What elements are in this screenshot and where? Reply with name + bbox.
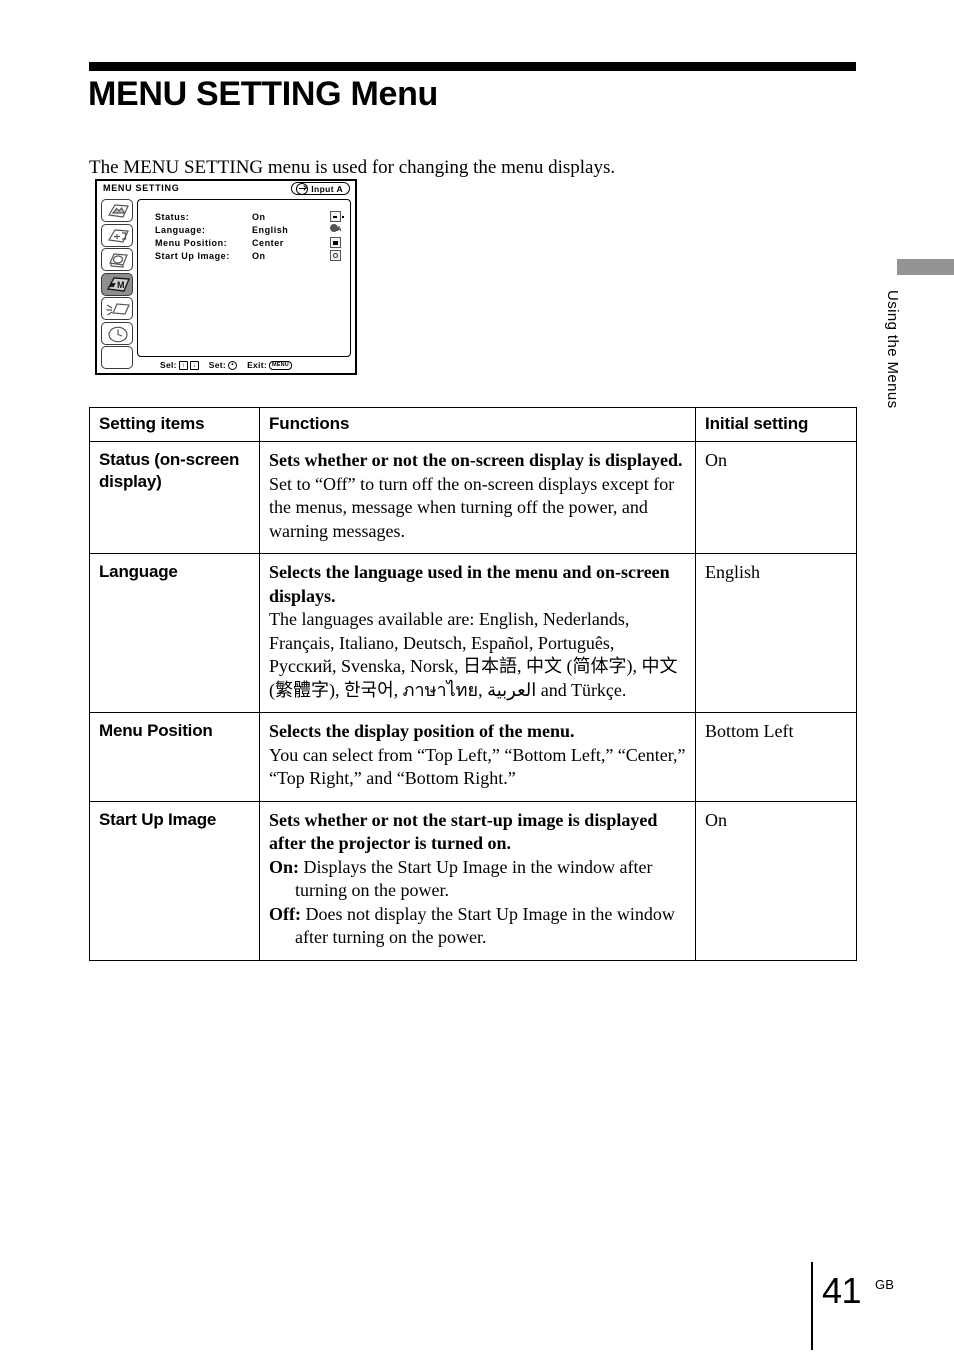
osd-select-hint: Sel: ↑ ↓: [160, 360, 199, 370]
osd-row-value: On: [252, 211, 266, 222]
arrow-down-key-icon: ↓: [189, 360, 199, 370]
status-indicator-icon: [330, 211, 344, 222]
svg-text:M: M: [117, 280, 125, 290]
settings-table: Setting items Functions Initial setting …: [89, 407, 857, 961]
osd-exit-hint: Exit: MENU: [247, 360, 292, 370]
osd-exit-label: Exit:: [247, 360, 267, 370]
osd-row-value: English: [252, 224, 289, 235]
function-body: You can select from “Top Left,” “Bottom …: [269, 744, 686, 789]
setup-menu-icon[interactable]: [101, 248, 133, 271]
section-tab-marker: [897, 259, 954, 275]
input-setting-menu-icon[interactable]: [101, 223, 133, 247]
osd-row-status[interactable]: Status: On: [155, 210, 344, 223]
osd-set-label: Set:: [208, 360, 227, 370]
setting-item-name: Language: [89, 553, 260, 713]
option-term: Off:: [269, 903, 301, 924]
footer-rule: [811, 1262, 813, 1350]
setting-item-function: Selects the language used in the menu an…: [259, 553, 696, 713]
osd-settings-panel: Status: On Language: English Menu Positi…: [137, 199, 351, 357]
option-text: Displays the Start Up Image in the windo…: [295, 856, 653, 901]
setting-item-function: Selects the display position of the menu…: [259, 712, 696, 802]
osd-row-value: Center: [252, 237, 284, 248]
function-lead: Selects the display position of the menu…: [269, 721, 575, 741]
function-option-on: On: Displays the Start Up Image in the w…: [269, 856, 686, 903]
osd-row-label: Status:: [155, 211, 190, 222]
setting-item-initial: Bottom Left: [695, 712, 857, 802]
osd-set-hint: Set: •: [208, 360, 238, 370]
osd-select-label: Sel:: [160, 360, 177, 370]
menu-key-icon: MENU: [268, 360, 292, 370]
intro-paragraph: The MENU SETTING menu is used for changi…: [89, 157, 616, 178]
setting-item-function: Sets whether or not the start-up image i…: [259, 800, 696, 961]
page-title: MENU SETTING Menu: [88, 75, 439, 113]
language-globe-icon: [330, 224, 342, 235]
column-header-initial-setting: Initial setting: [695, 407, 857, 442]
osd-settings-list: Status: On Language: English Menu Positi…: [155, 210, 344, 262]
setting-item-name: Status (on-screen display): [89, 441, 260, 554]
osd-title: MENU SETTING: [103, 183, 180, 193]
menu-setting-menu-icon[interactable]: M: [101, 272, 133, 296]
osd-row-menu-position[interactable]: Menu Position: Center: [155, 236, 344, 249]
osd-screenshot-figure: MENU SETTING Input A M Status: On Langua…: [95, 179, 357, 375]
function-body: Set to “Off” to turn off the on-screen d…: [269, 473, 675, 541]
start-up-image-icon: [330, 250, 341, 261]
page-number-suffix: GB: [875, 1277, 895, 1292]
osd-row-value: On: [252, 250, 266, 261]
option-text: Does not display the Start Up Image in t…: [295, 903, 675, 948]
osd-row-label: Language:: [155, 224, 206, 235]
function-lead: Sets whether or not the on-screen displa…: [269, 450, 683, 470]
setting-item-initial: On: [695, 800, 857, 961]
setting-item-name: Menu Position: [89, 712, 260, 802]
picture-menu-icon[interactable]: [101, 199, 133, 222]
setting-item-function: Sets whether or not the on-screen displa…: [259, 441, 696, 554]
osd-row-language[interactable]: Language: English: [155, 223, 344, 236]
table-row: Menu Position Selects the display positi…: [89, 712, 857, 802]
enter-key-icon: •: [228, 360, 238, 370]
osd-input-label: Input A: [311, 183, 343, 194]
option-term: On:: [269, 856, 300, 877]
setting-item-initial: English: [695, 553, 857, 713]
section-tab-label: Using the Menus: [884, 290, 901, 409]
column-header-setting-items: Setting items: [89, 407, 260, 442]
setting-item-initial: On: [695, 441, 857, 554]
title-rule: [89, 62, 856, 71]
function-lead: Sets whether or not the start-up image i…: [269, 809, 658, 854]
information-menu-icon[interactable]: [101, 321, 133, 345]
input-select-icon: [296, 182, 309, 195]
function-lead: Selects the language used in the menu an…: [269, 562, 670, 606]
function-option-off: Off: Does not display the Start Up Image…: [269, 903, 686, 950]
function-body: The languages available are: English, Ne…: [269, 609, 678, 700]
page-number: 41: [822, 1270, 862, 1311]
table-row: Status (on-screen display) Sets whether …: [89, 441, 857, 554]
menu-position-icon: [330, 237, 341, 248]
osd-footer-hints: Sel: ↑ ↓ Set: • Exit: MENU: [97, 358, 355, 372]
osd-input-badge: Input A: [291, 182, 350, 195]
osd-title-bar: MENU SETTING Input A: [97, 181, 355, 198]
setting-item-name: Start Up Image: [89, 800, 260, 961]
osd-row-label: Start Up Image:: [155, 250, 230, 261]
table-row: Start Up Image Sets whether or not the s…: [89, 800, 857, 961]
installation-menu-icon[interactable]: [101, 297, 133, 320]
column-header-functions: Functions: [259, 407, 696, 442]
osd-row-label: Menu Position:: [155, 237, 228, 248]
osd-icon-bar: M: [101, 199, 133, 371]
table-header-row: Setting items Functions Initial setting: [89, 407, 857, 442]
table-row: Language Selects the language used in th…: [89, 553, 857, 713]
arrow-up-key-icon: ↑: [178, 360, 188, 370]
osd-row-start-up-image[interactable]: Start Up Image: On: [155, 249, 344, 262]
